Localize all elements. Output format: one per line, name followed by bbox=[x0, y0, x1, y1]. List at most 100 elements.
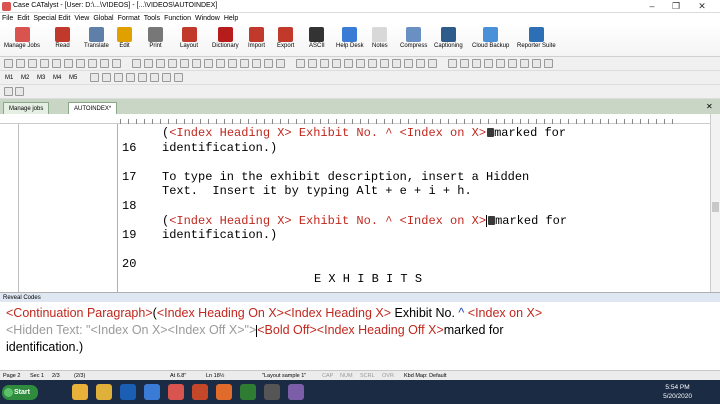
import-button[interactable]: Import bbox=[248, 26, 265, 56]
toolbar-icon[interactable] bbox=[88, 59, 97, 68]
toolbar-icon[interactable] bbox=[404, 59, 413, 68]
close-tab-icon[interactable]: ✕ bbox=[706, 102, 713, 111]
toolbar-icon[interactable] bbox=[520, 59, 529, 68]
cloud-backup-button[interactable]: Cloud Backup bbox=[472, 26, 509, 56]
reveal-codes-pane[interactable]: <Continuation Paragraph>(<Index Heading … bbox=[0, 302, 720, 370]
tab-autoindex[interactable]: AUTOINDEX* bbox=[68, 102, 118, 114]
reporter-suite-button[interactable]: Reporter Suite bbox=[517, 26, 556, 56]
mark-tool-icon[interactable] bbox=[150, 73, 159, 82]
toolbar-icon[interactable] bbox=[216, 59, 225, 68]
dictionary-button[interactable]: Dictionary bbox=[212, 26, 239, 56]
nav-icon[interactable] bbox=[15, 87, 24, 96]
captioning-button[interactable]: Captioning bbox=[434, 26, 463, 56]
toolbar-icon[interactable] bbox=[472, 59, 481, 68]
video-icon[interactable] bbox=[264, 384, 280, 400]
chrome-icon[interactable] bbox=[96, 384, 112, 400]
scroll-thumb[interactable] bbox=[712, 202, 719, 212]
print-button[interactable]: Print bbox=[148, 26, 163, 56]
toolbar-icon[interactable] bbox=[508, 59, 517, 68]
mark-m4-button[interactable]: M4 bbox=[52, 73, 62, 83]
ie-icon[interactable] bbox=[144, 384, 160, 400]
start-button[interactable]: Start bbox=[2, 385, 38, 400]
folder-icon[interactable] bbox=[72, 384, 88, 400]
toolbar-icon[interactable] bbox=[368, 59, 377, 68]
mark-tool-icon[interactable] bbox=[162, 73, 171, 82]
menu-window[interactable]: Window bbox=[193, 13, 222, 24]
toolbar-icon[interactable] bbox=[64, 59, 73, 68]
menu-edit[interactable]: Edit bbox=[15, 13, 31, 24]
mark-m1-button[interactable]: M1 bbox=[4, 73, 14, 83]
toolbar-icon[interactable] bbox=[532, 59, 541, 68]
app-icon[interactable] bbox=[240, 384, 256, 400]
toolbar-icon[interactable] bbox=[204, 59, 213, 68]
toolbar-icon[interactable] bbox=[344, 59, 353, 68]
edit-button[interactable]: Edit bbox=[117, 26, 132, 56]
toolbar-icon[interactable] bbox=[308, 59, 317, 68]
menu-file[interactable]: File bbox=[0, 13, 15, 24]
catalyst-icon[interactable] bbox=[168, 384, 184, 400]
toolbar-icon[interactable] bbox=[28, 59, 37, 68]
media-icon[interactable] bbox=[120, 384, 136, 400]
system-clock[interactable]: 5:54 PM 5/20/2020 bbox=[663, 383, 692, 401]
toolbar-icon[interactable] bbox=[392, 59, 401, 68]
menu-global[interactable]: Global bbox=[91, 13, 115, 24]
tab-manage-jobs[interactable]: Manage jobs bbox=[3, 102, 50, 114]
toolbar-icon[interactable] bbox=[180, 59, 189, 68]
toolbar-icon[interactable] bbox=[144, 59, 153, 68]
toolbar-icon[interactable] bbox=[320, 59, 329, 68]
mark-tool-icon[interactable] bbox=[114, 73, 123, 82]
menu-view[interactable]: View bbox=[72, 13, 91, 24]
menu-function[interactable]: Function bbox=[162, 13, 193, 24]
toolbar-icon[interactable] bbox=[356, 59, 365, 68]
translate-button[interactable]: Translate bbox=[84, 26, 109, 56]
app2-icon[interactable] bbox=[288, 384, 304, 400]
menu-tools[interactable]: Tools bbox=[142, 13, 162, 24]
maximize-button[interactable]: ❐ bbox=[664, 0, 688, 13]
layout-button[interactable]: Layout bbox=[180, 26, 198, 56]
minimize-button[interactable]: – bbox=[640, 0, 664, 13]
toolbar-icon[interactable] bbox=[416, 59, 425, 68]
toolbar-icon[interactable] bbox=[296, 59, 305, 68]
toolbar-icon[interactable] bbox=[156, 59, 165, 68]
mark-m3-button[interactable]: M3 bbox=[36, 73, 46, 83]
vertical-scrollbar[interactable] bbox=[710, 114, 720, 292]
mark-tool-icon[interactable] bbox=[90, 73, 99, 82]
mark-tool-icon[interactable] bbox=[138, 73, 147, 82]
toolbar-icon[interactable] bbox=[496, 59, 505, 68]
close-button[interactable]: ✕ bbox=[690, 0, 714, 13]
toolbar-icon[interactable] bbox=[544, 59, 553, 68]
export-button[interactable]: Export bbox=[277, 26, 294, 56]
toolbar-icon[interactable] bbox=[448, 59, 457, 68]
menu-special-edit[interactable]: Special Edit bbox=[31, 13, 72, 24]
toolbar-icon[interactable] bbox=[332, 59, 341, 68]
toolbar-icon[interactable] bbox=[380, 59, 389, 68]
toolbar-icon[interactable] bbox=[228, 59, 237, 68]
mark-tool-icon[interactable] bbox=[174, 73, 183, 82]
toolbar-icon[interactable] bbox=[276, 59, 285, 68]
toolbar-icon[interactable] bbox=[460, 59, 469, 68]
toolbar-icon[interactable] bbox=[484, 59, 493, 68]
toolbar-icon[interactable] bbox=[428, 59, 437, 68]
toolbar-icon[interactable] bbox=[52, 59, 61, 68]
toolbar-icon[interactable] bbox=[40, 59, 49, 68]
ascii-button[interactable]: ASCII bbox=[309, 26, 325, 56]
menu-format[interactable]: Format bbox=[116, 13, 142, 24]
compress-button[interactable]: Compress bbox=[400, 26, 427, 56]
mark-tool-icon[interactable] bbox=[102, 73, 111, 82]
toolbar-icon[interactable] bbox=[168, 59, 177, 68]
manage-jobs-button[interactable]: Manage Jobs bbox=[4, 26, 40, 56]
mark-tool-icon[interactable] bbox=[126, 73, 135, 82]
ppt-icon[interactable] bbox=[192, 384, 208, 400]
toolbar-icon[interactable] bbox=[100, 59, 109, 68]
document-editor[interactable]: (<Index Heading X> Exhibit No. ^ <Index … bbox=[0, 124, 710, 292]
read-button[interactable]: Read bbox=[55, 26, 70, 56]
toolbar-icon[interactable] bbox=[192, 59, 201, 68]
mark-m5-button[interactable]: M5 bbox=[68, 73, 78, 83]
mark-m2-button[interactable]: M2 bbox=[20, 73, 30, 83]
toolbar-icon[interactable] bbox=[132, 59, 141, 68]
toolbar-icon[interactable] bbox=[76, 59, 85, 68]
toolbar-icon[interactable] bbox=[16, 59, 25, 68]
toolbar-icon[interactable] bbox=[112, 59, 121, 68]
menu-help[interactable]: Help bbox=[222, 13, 240, 24]
notes-button[interactable]: Notes bbox=[372, 26, 388, 56]
